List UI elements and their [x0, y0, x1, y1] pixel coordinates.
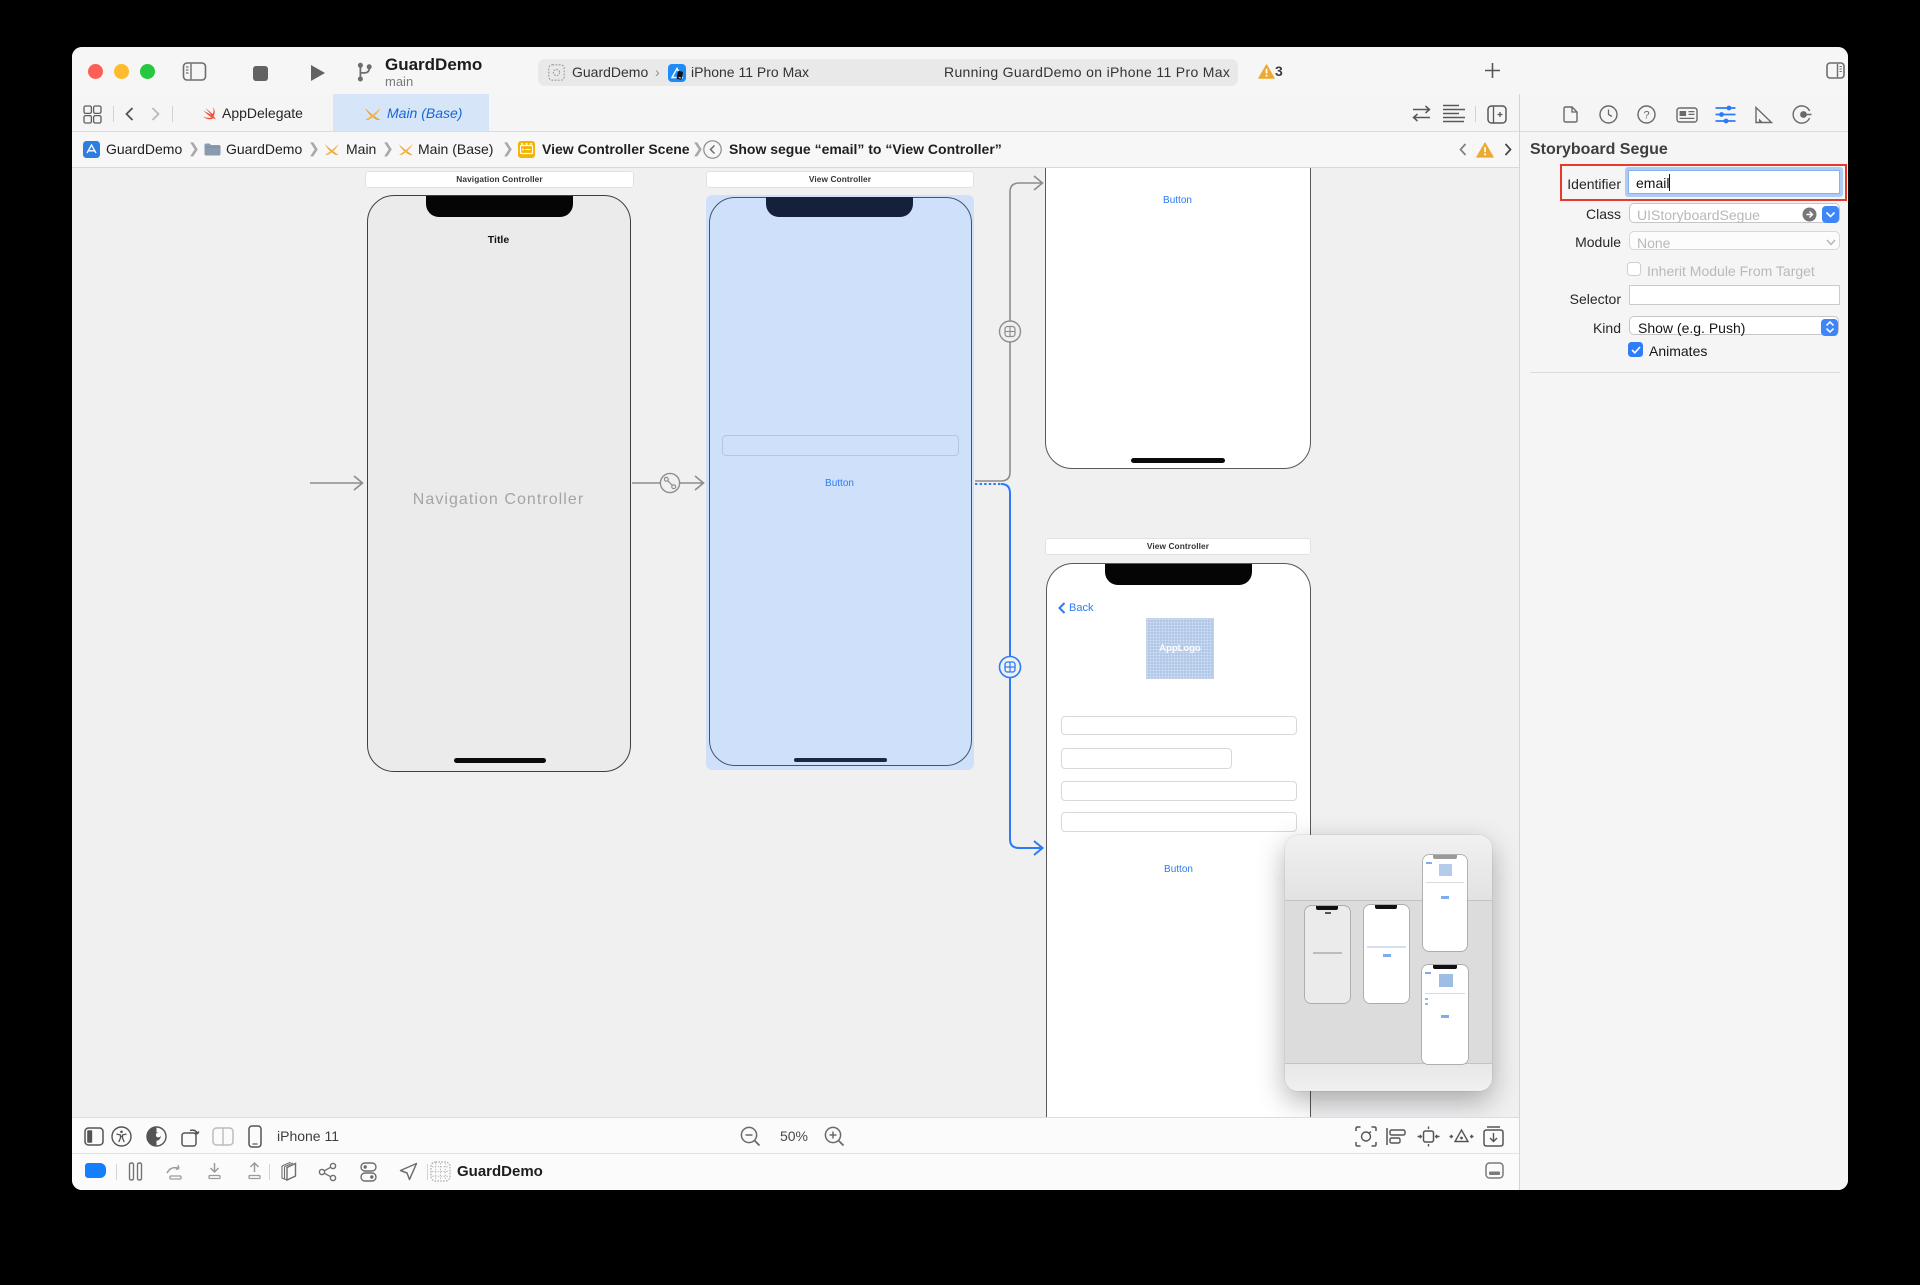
svg-text:?: ?	[1643, 109, 1649, 121]
